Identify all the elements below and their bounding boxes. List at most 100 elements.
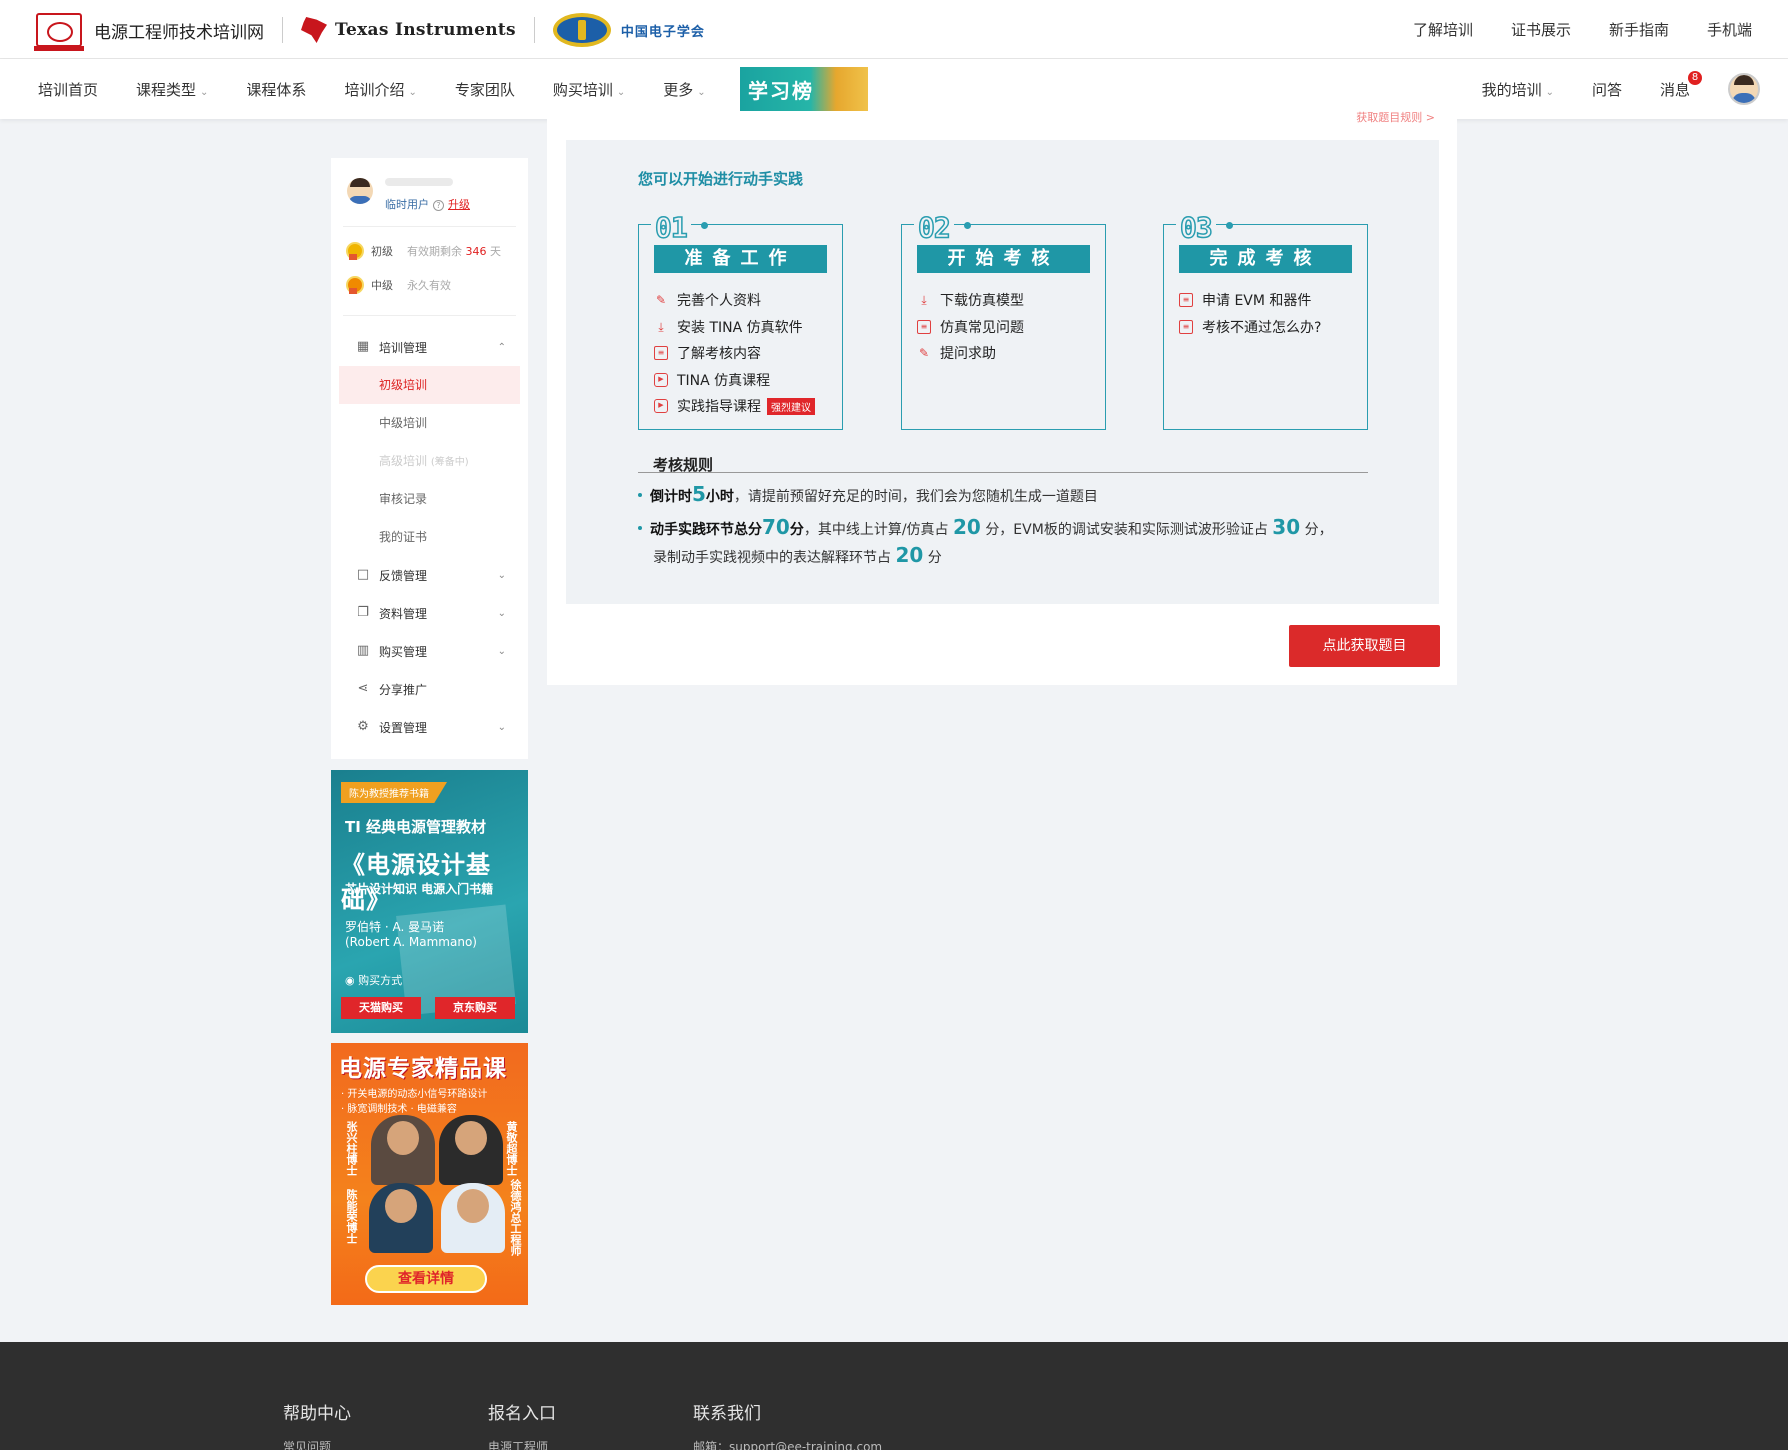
nav-menu: 培训首页 课程类型 ⌄ 课程体系 培训介绍 ⌄ 专家团队 购买培训 ⌄ 更多 ⌄: [38, 59, 706, 119]
menu-materials-management[interactable]: ❐ 资料管理 ⌄: [331, 594, 528, 632]
step-link-install-tina[interactable]: ⤓ 安装 TINA 仿真软件: [654, 314, 815, 341]
cie-logo[interactable]: 中国电子学会: [552, 13, 705, 47]
avatar[interactable]: [347, 178, 373, 204]
leaderboard-banner[interactable]: 学习榜: [740, 67, 868, 111]
menu-purchase-management[interactable]: ▥ 购买管理 ⌄: [331, 632, 528, 670]
submenu-my-certificates[interactable]: 我的证书: [331, 518, 528, 556]
step-link-label: 考核不通过怎么办?: [1202, 319, 1322, 336]
rule-number: 20: [895, 543, 924, 567]
nav-qa[interactable]: 问答: [1592, 79, 1622, 100]
rule-number: 70: [762, 515, 790, 539]
document-icon: ≡: [1179, 319, 1193, 334]
nav-item-training-intro[interactable]: 培训介绍 ⌄: [344, 79, 416, 100]
menu-label: 资料管理: [379, 606, 428, 621]
footer-link-faq[interactable]: 常见问题: [283, 1438, 331, 1450]
book-ad[interactable]: 陈为教授推荐书籍 TI 经典电源管理教材 《电源设计基础》 芯片设计知识 电源入…: [331, 770, 528, 1033]
top-link-certificates[interactable]: 证书展示: [1511, 19, 1571, 40]
step-number: 01: [651, 210, 691, 245]
author-cn: 罗伯特 · A. 曼马诺: [345, 920, 445, 934]
ad-line: · 脉宽调制技术 · 电磁兼容: [341, 1104, 457, 1115]
step-link-sim-faq[interactable]: ≡ 仿真常见问题: [917, 314, 1024, 341]
step-link-failed-help[interactable]: ≡ 考核不通过怎么办?: [1179, 314, 1321, 341]
menu-share-promote[interactable]: ⋖ 分享推广: [331, 670, 528, 708]
user-avatar[interactable]: [1728, 73, 1760, 105]
footer-email[interactable]: 邮箱：support@ee-training.com: [693, 1438, 882, 1450]
rules-link[interactable]: 获取题目规则 >: [1356, 109, 1435, 125]
rule-text: 分，: [1304, 522, 1333, 538]
header-divider: [533, 17, 535, 43]
expert-photo: [441, 1183, 505, 1253]
step-list: ⤓ 下载仿真模型 ≡ 仿真常见问题 ✎ 提问求助: [917, 287, 1024, 367]
nav-label: 课程体系: [246, 80, 307, 99]
practice-content: 您可以开始进行动手实践 01 准备工作 ✎ 完善个人资料 ⤓ 安装 TINA 仿真软…: [566, 140, 1439, 604]
jd-buy-button[interactable]: 京东购买: [435, 997, 515, 1019]
step-link-ask-help[interactable]: ✎ 提问求助: [917, 340, 1024, 367]
site-name[interactable]: 电源工程师技术培训网: [94, 18, 264, 43]
site-logo-icon[interactable]: [34, 13, 84, 51]
ti-logo[interactable]: Texas Instruments: [301, 17, 516, 43]
expert-name: 陈能荣博士: [345, 1189, 358, 1244]
nav-item-buy-training[interactable]: 购买培训 ⌄: [553, 79, 625, 100]
step-link-download-model[interactable]: ⤓ 下载仿真模型: [917, 287, 1024, 314]
help-icon[interactable]: ?: [433, 200, 444, 211]
ti-logo-text: Texas Instruments: [335, 20, 516, 40]
upgrade-link[interactable]: 升级: [448, 198, 470, 211]
top-link-mobile[interactable]: 手机端: [1707, 19, 1752, 40]
step-link-exam-content[interactable]: ≡ 了解考核内容: [654, 340, 815, 367]
tmall-buy-button[interactable]: 天猫购买: [341, 997, 421, 1019]
step-title: 开始考核: [917, 245, 1090, 273]
step-link-tina-course[interactable]: ▶ TINA 仿真课程: [654, 367, 815, 394]
nav-item-course-types[interactable]: 课程类型 ⌄: [136, 79, 208, 100]
nav-item-home[interactable]: 培训首页: [38, 79, 98, 100]
buy-label: ◉ 购买方式: [345, 972, 402, 988]
step-link-label: 仿真常见问题: [940, 319, 1024, 336]
nav-item-more[interactable]: 更多 ⌄: [663, 79, 705, 100]
rule-text: ，请提前预留好充足的时间，我们会为您随机生成一道题目: [733, 489, 1098, 505]
user-type: 临时用户: [385, 198, 429, 211]
menu-settings-management[interactable]: ⚙ 设置管理 ⌄: [331, 708, 528, 746]
step-card-prepare: 01 准备工作 ✎ 完善个人资料 ⤓ 安装 TINA 仿真软件 ≡ 了解考核内容 ▶ T…: [638, 210, 843, 430]
chevron-down-icon: ⌄: [497, 569, 506, 581]
play-icon: ▶: [654, 372, 668, 387]
step-dot: [1226, 222, 1233, 229]
rule-strong: 小时: [705, 489, 734, 505]
step-title: 准备工作: [654, 245, 827, 273]
top-link-about[interactable]: 了解培训: [1413, 19, 1473, 40]
menu-training-management[interactable]: ▦ 培训管理 ⌃: [331, 328, 528, 366]
footer-contact: 联系我们: [693, 1404, 761, 1424]
top-link-guide[interactable]: 新手指南: [1609, 19, 1669, 40]
rule-strong: 动手实践环节总分: [650, 522, 762, 538]
sidebar: 临时用户? 升级 初级 有效期剩余 346 天 中级 永久有效 ▦ 培训管理 ⌃ …: [331, 158, 528, 759]
submenu-review-records[interactable]: 审核记录: [331, 480, 528, 518]
step-link-profile[interactable]: ✎ 完善个人资料: [654, 287, 815, 314]
course-ad[interactable]: 电源专家精品课 · 开关电源的动态小信号环路设计 · 脉宽调制技术 · 电磁兼容…: [331, 1043, 528, 1305]
expert-name: 张兴柱博士: [345, 1121, 358, 1176]
download-icon: ⤓: [921, 293, 927, 308]
chevron-down-icon: ⌄: [200, 86, 209, 98]
nav-item-experts[interactable]: 专家团队: [455, 79, 515, 100]
submenu-basic-training[interactable]: 初级培训: [339, 366, 520, 404]
menu-label: 培训管理: [379, 340, 428, 355]
ad-line: · 开关电源的动态小信号环路设计: [341, 1089, 488, 1100]
nav-my-training[interactable]: 我的培训 ⌄: [1482, 79, 1554, 100]
chevron-down-icon: ⌄: [616, 86, 626, 98]
share-icon: ⋖: [357, 681, 369, 696]
footer-link-engineer[interactable]: 电源工程师: [488, 1438, 548, 1450]
practice-panel: 获取题目规则 > 您可以开始进行动手实践 01 准备工作 ✎ 完善个人资料 ⤓ 安装…: [547, 111, 1457, 685]
step-link-practice-course[interactable]: ▶ 实践指导课程 强烈建议: [654, 393, 815, 420]
nav-item-course-system[interactable]: 课程体系: [246, 79, 306, 100]
rule-strong: 分: [789, 522, 804, 538]
nav-messages[interactable]: 消息 8: [1660, 70, 1702, 100]
view-details-button[interactable]: 查看详情: [365, 1265, 487, 1293]
validity-prefix: 有效期剩余: [407, 245, 462, 258]
menu-feedback-management[interactable]: □ 反馈管理 ⌄: [331, 556, 528, 594]
step-link-apply-evm[interactable]: ≡ 申请 EVM 和器件: [1179, 287, 1321, 314]
submenu-intermediate-training[interactable]: 中级培训: [331, 404, 528, 442]
expert-photo: [439, 1115, 503, 1185]
ad-line: TI 经典电源管理教材: [345, 818, 487, 836]
get-question-button[interactable]: 点此获取题目: [1289, 625, 1440, 667]
step-number: 03: [1176, 210, 1216, 245]
user-profile: [347, 178, 373, 204]
cart-icon: ◉: [345, 974, 355, 987]
level-name: 中级: [371, 279, 393, 292]
